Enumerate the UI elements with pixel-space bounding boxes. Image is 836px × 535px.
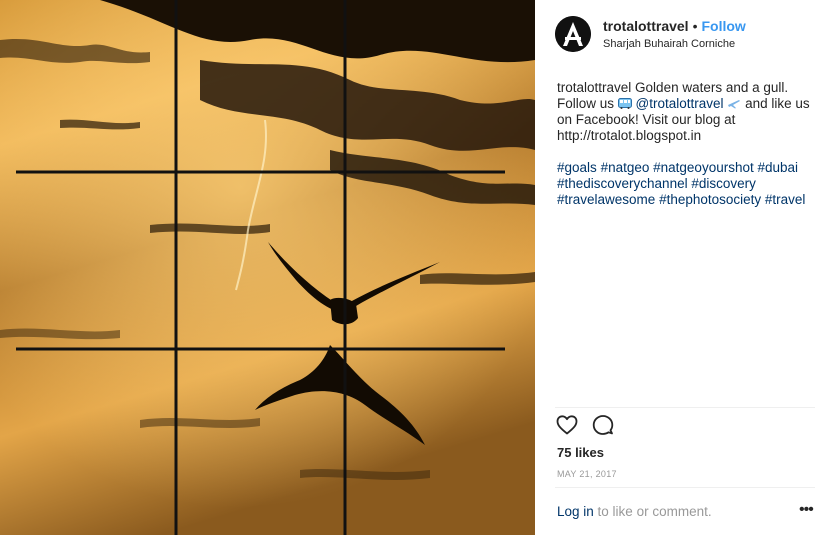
post-photo[interactable]: [0, 0, 535, 535]
like-button[interactable]: [555, 413, 581, 439]
caption-username[interactable]: trotalottravel: [557, 80, 631, 95]
location-link[interactable]: Sharjah Buhairah Corniche: [603, 38, 735, 50]
comment-bubble-icon: [592, 415, 614, 435]
hashtag-link[interactable]: #thediscoverychannel: [557, 176, 688, 191]
heart-outline-icon: [556, 415, 578, 435]
ellipsis-icon[interactable]: •••: [799, 500, 815, 520]
hashtag-link[interactable]: #dubai: [757, 160, 798, 175]
hashtag-link[interactable]: #discovery: [691, 176, 756, 191]
login-prompt-text: to like or comment.: [593, 504, 712, 519]
hashtag-link[interactable]: #travel: [765, 192, 806, 207]
bus-emoji-icon: [617, 98, 632, 109]
action-bar: [555, 413, 635, 441]
post-user-line: trotalottravel • Follow: [603, 18, 746, 34]
hashtag-link[interactable]: #thephotosociety: [659, 192, 761, 207]
hashtag-link[interactable]: #natgeoyourshot: [653, 160, 754, 175]
post-side-panel: trotalottravel • Follow Sharjah Buhairah C…: [535, 0, 836, 535]
caption-mention[interactable]: @trotalottravel: [636, 96, 724, 111]
caption-body: trotalottravel Golden waters and a gull.…: [557, 80, 817, 144]
divider: [555, 487, 815, 488]
post-date: MAY 21, 2017: [557, 469, 617, 479]
likes-count[interactable]: 75 likes: [557, 445, 604, 460]
airplane-emoji-icon: [728, 100, 741, 109]
hashtag-link[interactable]: #travelawesome: [557, 192, 655, 207]
trotalot-logo-icon: [555, 16, 591, 52]
follow-button[interactable]: Follow: [701, 18, 745, 34]
photo-golden-water-gull: [0, 0, 535, 535]
hashtag-link[interactable]: #natgeo: [601, 160, 650, 175]
login-prompt: Log in to like or comment.: [557, 504, 712, 519]
avatar[interactable]: [555, 16, 591, 52]
separator-dot: •: [692, 18, 698, 34]
login-link[interactable]: Log in: [557, 504, 594, 519]
caption-hashtags: #goals #natgeo #natgeoyourshot #dubai #t…: [557, 160, 817, 208]
post-caption: trotalottravel Golden waters and a gull.…: [557, 80, 817, 208]
post-header: trotalottravel • Follow Sharjah Buhairah C…: [555, 14, 815, 54]
username-link[interactable]: trotalottravel: [603, 18, 689, 34]
hashtag-link[interactable]: #goals: [557, 160, 597, 175]
comment-button[interactable]: [591, 413, 617, 439]
divider: [555, 407, 815, 408]
